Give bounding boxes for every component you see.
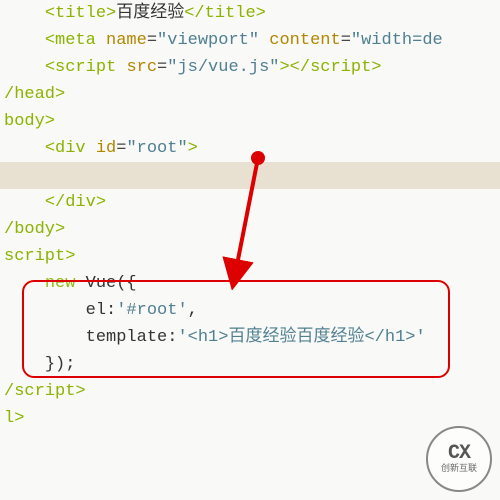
div-open: <div [45, 139, 86, 158]
kw-new: new [45, 274, 76, 293]
el-val: '#root' [116, 301, 187, 320]
template-key: template: [86, 328, 178, 347]
body-close: /body> [4, 220, 65, 239]
attr-val: "viewport" [157, 31, 259, 50]
id-val: "root" [126, 139, 187, 158]
meta-open: <meta [45, 31, 96, 50]
div-close: </div> [45, 193, 106, 212]
title-text: 百度经验 [116, 4, 184, 23]
script-close2: /script> [4, 382, 86, 401]
close-brace: }); [45, 355, 76, 374]
vue-call: Vue({ [86, 274, 137, 293]
title-open: <title> [45, 4, 116, 23]
watermark: CX 创新互联 [426, 426, 492, 492]
highlighted-line [0, 162, 500, 189]
watermark-logo: CX [448, 443, 470, 465]
script-open: <script [45, 58, 116, 77]
template-val: '<h1>百度经验百度经验</h1>' [177, 328, 425, 347]
attr-src: src [126, 58, 157, 77]
src-val: "js/vue.js" [167, 58, 279, 77]
code-block: <title>百度经验</title> <meta name="viewport… [0, 0, 500, 432]
watermark-text: 创新互联 [441, 465, 477, 475]
attr-name: name [106, 31, 147, 50]
head-close: /head> [4, 85, 65, 104]
title-close: </title> [184, 4, 266, 23]
attr-val: "width=de [351, 31, 443, 50]
el-key: el: [86, 301, 117, 320]
html-close: l> [4, 409, 24, 428]
script-close-tag: </script [290, 58, 372, 77]
attr-content: content [269, 31, 340, 50]
attr-id: id [96, 139, 116, 158]
script-open2: script> [4, 247, 75, 266]
body-open: body> [4, 112, 55, 131]
